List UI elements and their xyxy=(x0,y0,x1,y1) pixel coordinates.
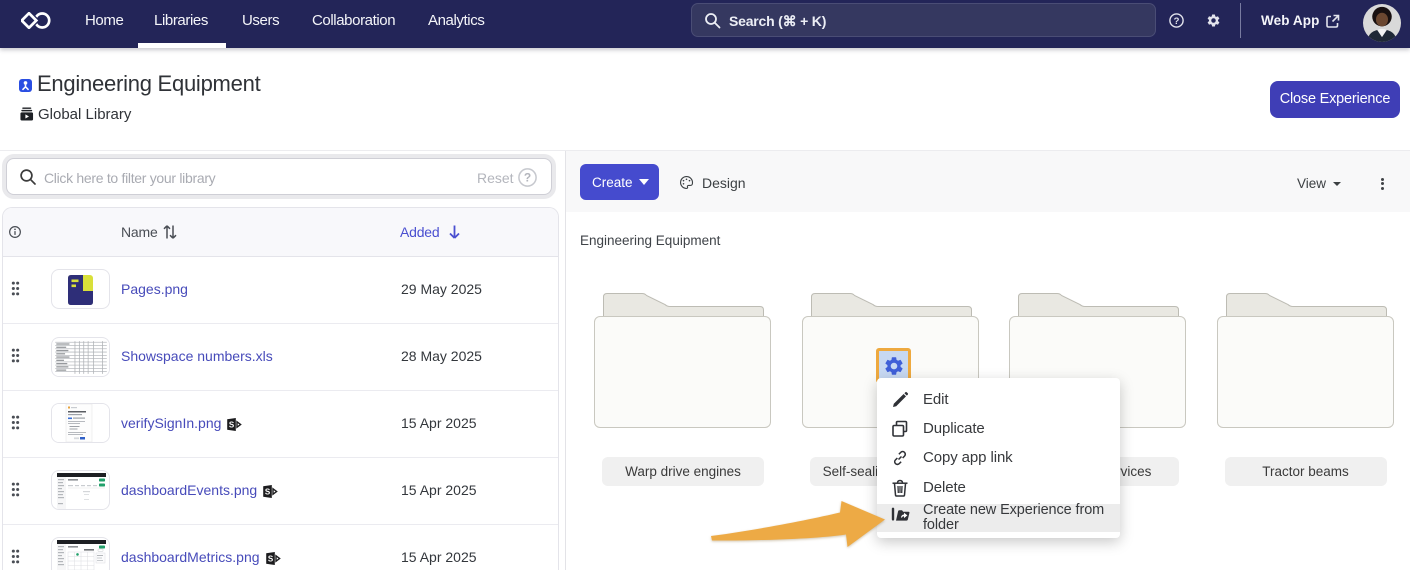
svg-text:S: S xyxy=(229,421,235,430)
svg-text:?: ? xyxy=(524,171,531,185)
svg-text:?: ? xyxy=(1174,16,1180,27)
svg-text:S: S xyxy=(265,488,271,497)
svg-text:S: S xyxy=(267,555,273,564)
